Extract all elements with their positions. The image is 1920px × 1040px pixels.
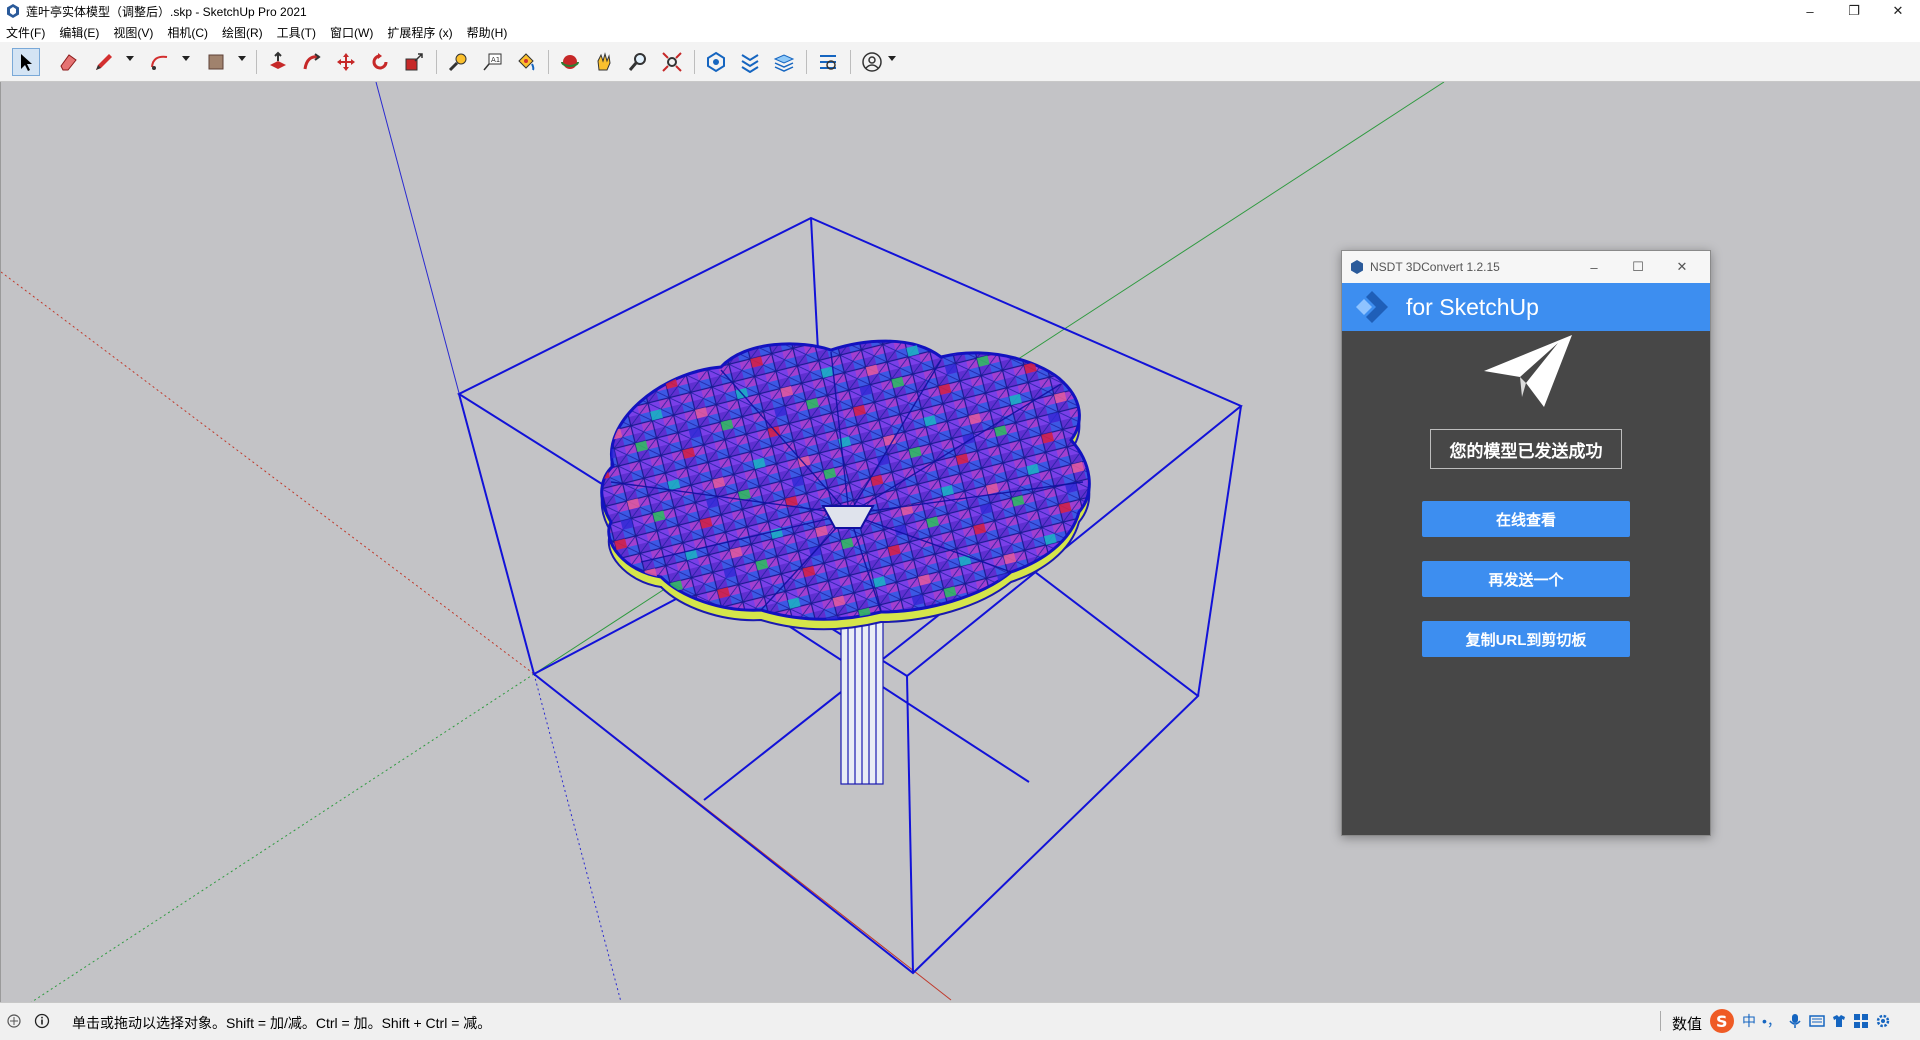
push-pull-icon[interactable]	[264, 48, 292, 76]
view-online-button[interactable]: 在线查看	[1422, 501, 1630, 537]
microphone-icon[interactable]	[1787, 1010, 1803, 1032]
svg-text:S: S	[1716, 1012, 1728, 1031]
eraser-icon[interactable]	[54, 48, 82, 76]
menu-help[interactable]: 帮助(H)	[467, 24, 508, 41]
move-icon[interactable]	[332, 48, 360, 76]
dialog-close-button[interactable]: ✕	[1660, 259, 1704, 275]
rotate-icon[interactable]	[366, 48, 394, 76]
restore-button[interactable]: ❐	[1832, 0, 1876, 22]
toolbar-divider	[548, 50, 549, 74]
dialog-controls: – ☐ ✕	[1572, 251, 1704, 283]
keyboard-icon[interactable]	[1809, 1010, 1825, 1032]
menu-window[interactable]: 窗口(W)	[330, 24, 373, 41]
svg-text:A1: A1	[491, 56, 500, 64]
warehouse-icon[interactable]	[702, 48, 730, 76]
menu-camera[interactable]: 相机(C)	[167, 24, 208, 41]
window-controls: – ❐ ✕	[1788, 0, 1920, 22]
dialog-header: for SketchUp	[1342, 283, 1710, 331]
dialog-minimize-button[interactable]: –	[1572, 260, 1616, 275]
toolbox-grid-icon[interactable]	[1853, 1010, 1869, 1032]
menu-view[interactable]: 视图(V)	[113, 24, 153, 41]
system-tray: S 中 •，	[1708, 1007, 1897, 1035]
sketchup-icon	[7, 4, 19, 18]
status-bar: 单击或拖动以选择对象。Shift = 加/减。Ctrl = 加。Shift + …	[0, 1002, 1920, 1040]
success-message: 您的模型已发送成功	[1430, 429, 1622, 469]
extension-warehouse-icon[interactable]	[736, 48, 764, 76]
chevron-down-icon[interactable]	[182, 56, 190, 61]
nsdt-dialog: NSDT 3DConvert 1.2.15 – ☐ ✕ for SketchUp…	[1341, 250, 1711, 836]
rectangle-shape-icon[interactable]	[202, 48, 230, 76]
layout-icon[interactable]	[770, 48, 798, 76]
toolbar-divider	[850, 50, 851, 74]
chevron-down-icon[interactable]	[126, 56, 134, 61]
select-arrow-icon[interactable]	[12, 48, 40, 76]
orbit-icon[interactable]	[556, 48, 584, 76]
window-title: 莲叶亭实体模型（调整后）.skp - SketchUp Pro 2021	[26, 4, 307, 19]
extension-manager-icon[interactable]	[814, 48, 842, 76]
menu-draw[interactable]: 绘图(R)	[222, 24, 263, 41]
toolbar-divider	[806, 50, 807, 74]
sogou-ime-icon[interactable]: S	[1708, 1007, 1736, 1035]
ime-punctuation-indicator[interactable]: •，	[1762, 1010, 1781, 1032]
menu-file[interactable]: 文件(F)	[6, 24, 45, 41]
measurements-label: 数值	[1672, 1016, 1703, 1033]
pencil-line-icon[interactable]	[90, 48, 118, 76]
toolbar-divider	[256, 50, 257, 74]
zoom-icon[interactable]	[624, 48, 652, 76]
dialog-title-bar: NSDT 3DConvert 1.2.15 – ☐ ✕	[1342, 251, 1710, 283]
status-hint: 单击或拖动以选择对象。Shift = 加/减。Ctrl = 加。Shift + …	[72, 1015, 492, 1031]
close-button[interactable]: ✕	[1876, 0, 1920, 22]
gear-icon[interactable]	[1875, 1010, 1891, 1032]
send-another-button[interactable]: 再发送一个	[1422, 561, 1630, 597]
title-bar: 莲叶亭实体模型（调整后）.skp - SketchUp Pro 2021 – ❐…	[0, 0, 1920, 22]
nsdt-logo-icon	[1356, 291, 1388, 323]
scale-icon[interactable]	[400, 48, 428, 76]
dialog-header-title: for SketchUp	[1406, 293, 1539, 320]
copy-url-button[interactable]: 复制URL到剪切板	[1422, 621, 1630, 657]
toolbar: A1	[0, 42, 1920, 82]
toolbar-divider	[436, 50, 437, 74]
pan-hand-icon[interactable]	[590, 48, 618, 76]
skin-shirt-icon[interactable]	[1831, 1010, 1847, 1032]
arc-icon[interactable]	[146, 48, 174, 76]
dialog-maximize-button[interactable]: ☐	[1616, 259, 1660, 275]
chevron-down-icon[interactable]	[888, 56, 896, 61]
zoom-extents-icon[interactable]	[658, 48, 686, 76]
ime-language-indicator[interactable]: 中	[1742, 1010, 1756, 1032]
info-icon[interactable]	[34, 1013, 50, 1029]
account-user-icon[interactable]	[858, 48, 886, 76]
geo-location-icon[interactable]	[6, 1013, 22, 1029]
paper-plane-icon	[1484, 335, 1572, 407]
model-viewport[interactable]: NSDT 3DConvert 1.2.15 – ☐ ✕ for SketchUp…	[0, 82, 1920, 1002]
nsdt-app-icon	[1351, 260, 1363, 274]
menu-tools[interactable]: 工具(T)	[277, 24, 316, 41]
menu-bar: 文件(F) 编辑(E) 视图(V) 相机(C) 绘图(R) 工具(T) 窗口(W…	[0, 22, 1920, 42]
paint-bucket-icon[interactable]	[512, 48, 540, 76]
status-divider	[1660, 1011, 1661, 1031]
text-label-icon[interactable]: A1	[478, 48, 506, 76]
minimize-button[interactable]: –	[1788, 0, 1832, 22]
follow-me-icon[interactable]	[298, 48, 326, 76]
chevron-down-icon[interactable]	[238, 56, 246, 61]
toolbar-divider	[694, 50, 695, 74]
menu-edit[interactable]: 编辑(E)	[59, 24, 99, 41]
menu-extensions[interactable]: 扩展程序 (x)	[387, 24, 452, 41]
tape-measure-icon[interactable]	[444, 48, 472, 76]
dialog-title: NSDT 3DConvert 1.2.15	[1370, 260, 1500, 274]
